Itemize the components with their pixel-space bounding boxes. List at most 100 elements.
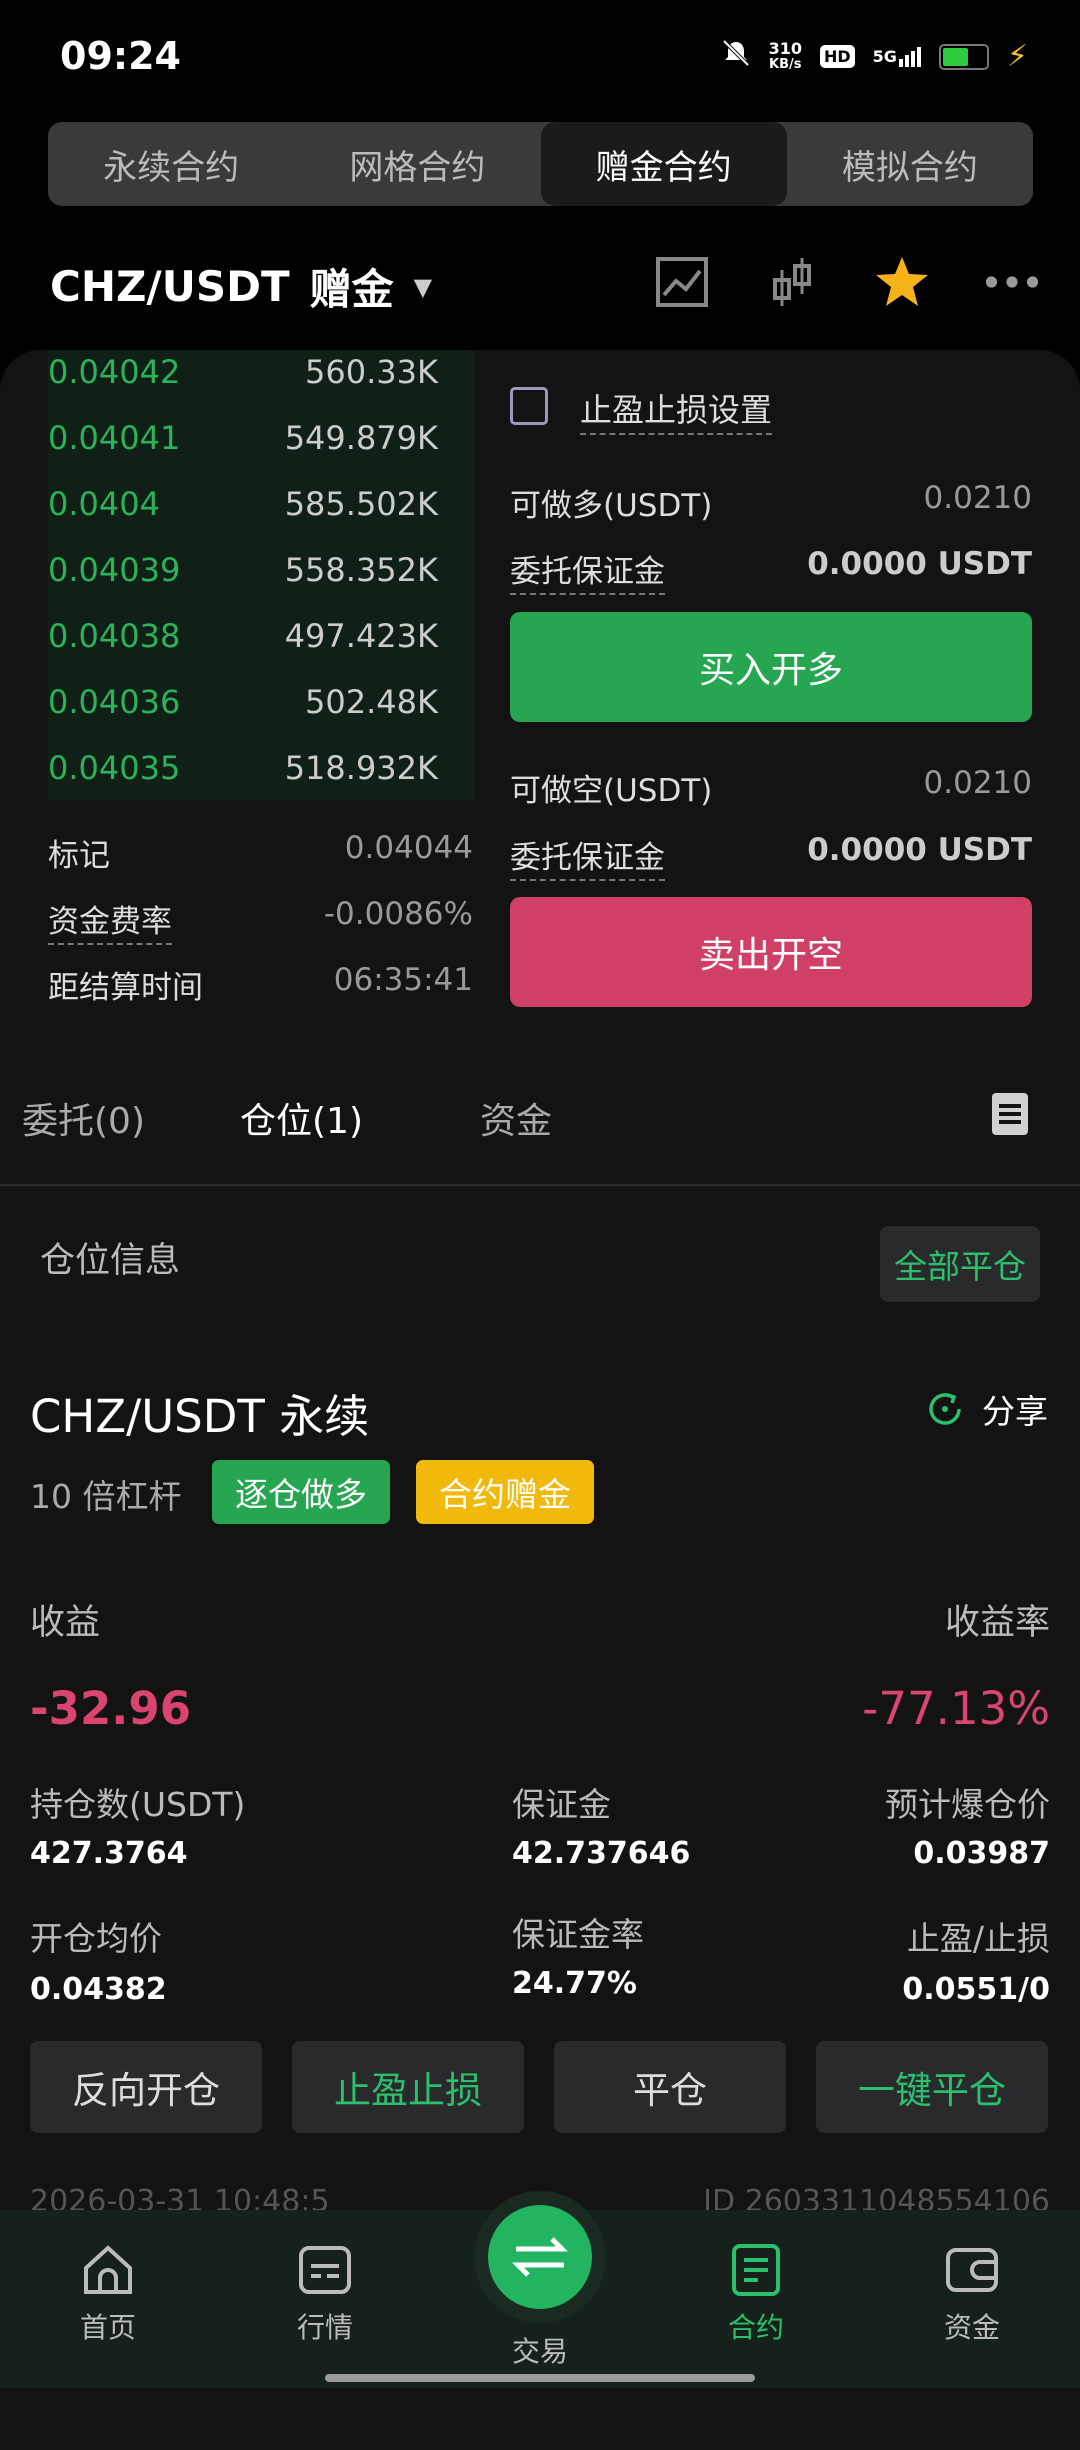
ob-price: 0.04035 [48,749,181,787]
orderbook-row[interactable]: 0.04035 518.932K [48,735,438,801]
nav-label: 资金 [943,2311,1000,2344]
ob-qty: 518.932K [284,749,438,787]
nav-trade[interactable]: 交易 [470,2330,610,2370]
ob-qty: 502.48K [305,683,438,721]
tab-bonus[interactable]: 赠金合约 [540,122,787,206]
ob-qty: 497.423K [284,617,438,655]
header-actions [654,254,1040,310]
nav-label: 交易 [511,2335,568,2368]
tpsl-checkbox[interactable] [510,387,548,425]
entry-price-value: 0.04382 [30,1972,167,2007]
nav-assets[interactable]: 资金 [902,2240,1042,2346]
margin-label: 委托保证金 [510,546,665,595]
tpsl-label: 止盈/止损 [906,1919,1050,1958]
divider [0,1184,1080,1186]
orderbook-row[interactable]: 0.04042 560.33K [48,339,438,405]
leverage-label: 10 倍杠杆 [30,1477,182,1516]
sell-short-button[interactable]: 卖出开空 [510,897,1032,1007]
status-icons: 310 KB/s HD 5G ⚡ [721,38,1028,75]
net-type: 5G [872,46,897,66]
net-speed-unit: KB/s [769,56,802,72]
pnl-label: 收益 [30,1603,101,1643]
status-time: 09:24 [60,34,181,78]
pnl-rate-label: 收益率 [944,1603,1050,1643]
market-icon [299,2246,351,2294]
liq-price-label: 预计爆仓价 [885,1785,1050,1824]
more-icon[interactable] [984,254,1040,310]
swap-arrows-icon [512,2237,568,2277]
mark-label: 标记 [48,838,110,874]
close-position-button[interactable]: 平仓 [554,2041,786,2133]
share-button[interactable]: 分享 [926,1385,1048,1433]
pair-name: CHZ/USDT [50,262,290,311]
pair-mode: 赠金 [309,265,394,314]
orderbook-row[interactable]: 0.04039 558.352K [48,537,438,603]
tab-simulated[interactable]: 模拟合约 [787,122,1033,206]
margin-rate-value: 24.77% [512,1966,637,2001]
tab-perpetual[interactable]: 永续合约 [48,122,294,206]
candlestick-icon[interactable] [764,254,820,310]
orderbook-row[interactable]: 0.04041 549.879K [48,405,438,471]
ob-price: 0.04039 [48,551,181,589]
entry-price-label: 开仓均价 [30,1919,162,1958]
contract-type-tabs: 永续合约 网格合约 赠金合约 模拟合约 [48,122,1033,206]
signal-icon: 5G [872,46,921,67]
position-symbol: CHZ/USDT 永续 [30,1390,370,1443]
trade-swap-button[interactable] [488,2205,592,2309]
ob-price: 0.04042 [48,353,181,391]
net-speed-value: 310 [768,38,802,58]
short-avail-label: 可做空(USDT) [510,773,713,809]
margin-label: 保证金 [512,1785,611,1824]
home-icon [84,2245,132,2294]
orderbook-row[interactable]: 0.04038 497.423K [48,603,438,669]
nav-label: 首页 [79,2311,136,2344]
size-label: 持仓数(USDT) [30,1785,246,1824]
net-speed: 310 KB/s [768,38,802,73]
nav-market[interactable]: 行情 [255,2240,395,2346]
size-value: 427.3764 [30,1836,188,1871]
ob-price: 0.04036 [48,683,181,721]
home-indicator[interactable] [325,2374,755,2382]
funding-label: 资金费率 [48,896,172,945]
list-menu-icon[interactable] [992,1093,1028,1135]
tpsl-value: 0.0551/0 [902,1972,1050,2007]
reverse-open-button[interactable]: 反向开仓 [30,2041,262,2133]
orderbook-row[interactable]: 0.04036 502.48K [48,669,438,735]
ob-price: 0.0404 [48,485,160,523]
tab-grid[interactable]: 网格合约 [294,122,540,206]
orderbook-row[interactable]: 0.0404 585.502K [48,471,438,537]
chart-line-icon[interactable] [654,254,710,310]
short-avail-value: 0.0210 [923,765,1032,801]
funding-rate-row[interactable]: 资金费率 -0.0086% [48,896,473,945]
nav-label: 行情 [296,2311,353,2344]
nav-home[interactable]: 首页 [38,2240,178,2346]
buy-long-button[interactable]: 买入开多 [510,612,1032,722]
ob-price: 0.04038 [48,617,181,655]
close-all-button[interactable]: 全部平仓 [880,1226,1040,1302]
long-avail-label: 可做多(USDT) [510,488,713,524]
quick-close-button[interactable]: 一键平仓 [816,2041,1048,2133]
mark-price-row: 标记 0.04044 [48,830,473,875]
tpsl-button[interactable]: 止盈止损 [292,2041,524,2133]
short-margin-row: 委托保证金 0.0000 USDT [510,832,1032,881]
wallet-icon [946,2248,998,2292]
star-favorite-icon[interactable] [874,254,930,310]
nav-contract[interactable]: 合约 [686,2240,826,2346]
tab-positions[interactable]: 仓位(1) [240,1092,363,1144]
long-available-row: 可做多(USDT) 0.0210 [510,480,1032,525]
pnl-rate-value: -77.13% [862,1682,1050,1735]
charging-icon: ⚡ [1006,39,1028,74]
margin-value: 0.0000 USDT [807,832,1032,868]
settle-label: 距结算时间 [48,970,203,1006]
tab-orders[interactable]: 委托(0) [22,1092,145,1144]
tpsl-setting-label[interactable]: 止盈止损设置 [580,385,773,435]
tab-funds[interactable]: 资金 [480,1092,552,1144]
ob-qty: 585.502K [284,485,438,523]
pair-selector[interactable]: CHZ/USDT 赠金 ▼ [50,256,432,317]
pnl-value: -32.96 [30,1682,192,1735]
ob-qty: 558.352K [284,551,438,589]
settle-value: 06:35:41 [333,962,473,998]
ob-price: 0.04041 [48,419,181,457]
bonus-badge: 合约赠金 [416,1460,594,1524]
margin-value: 0.0000 USDT [807,546,1032,582]
